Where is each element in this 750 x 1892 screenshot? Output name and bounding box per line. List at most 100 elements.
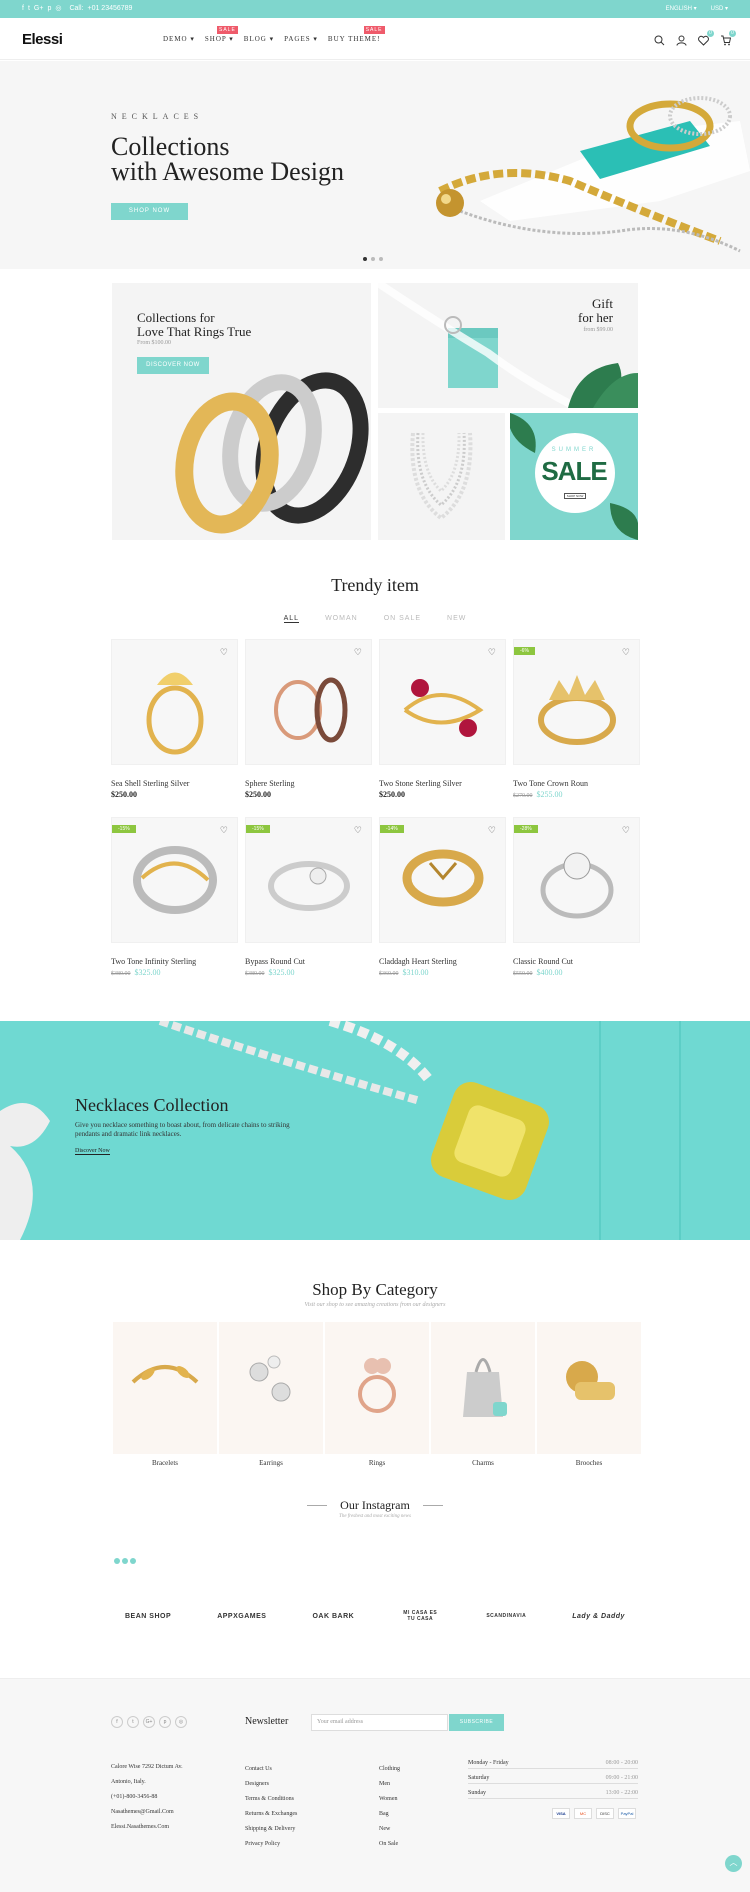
tab-all[interactable]: ALL xyxy=(283,615,300,623)
facebook-icon[interactable]: f xyxy=(22,5,24,13)
footer-link[interactable]: Shipping & Delivery xyxy=(245,1822,297,1837)
gift-banner[interactable]: Gift for her from $99.00 xyxy=(378,283,638,408)
footer-website[interactable]: Elessi.Nasathemes.Com xyxy=(111,1820,183,1835)
product-name[interactable]: Sea Shell Sterling Silver xyxy=(111,779,238,788)
product-image[interactable]: -28% ♡ xyxy=(513,817,640,943)
footer-link[interactable]: Clothing xyxy=(379,1762,400,1777)
product-card[interactable]: -28% ♡ Classic Round Cut $550.00 $400.00 xyxy=(513,817,640,977)
nav-pages[interactable]: PAGES ▾ xyxy=(284,35,318,43)
google-plus-icon[interactable]: G+ xyxy=(34,5,44,13)
category-card[interactable] xyxy=(431,1322,535,1454)
product-image[interactable]: -14% ♡ xyxy=(379,817,506,943)
wishlist-heart-icon[interactable]: ♡ xyxy=(488,647,496,658)
brand-logo[interactable]: Lady & Daddy xyxy=(572,1613,625,1620)
sale-banner[interactable]: SUMMER SALE SHOP NOW xyxy=(510,413,638,540)
footer-link[interactable]: Privacy Policy xyxy=(245,1837,297,1852)
slider-dots[interactable] xyxy=(363,257,383,261)
cart-icon[interactable]: 0 xyxy=(720,30,736,46)
product-image[interactable]: -15% ♡ xyxy=(111,817,238,943)
instagram-icon[interactable]: ◎ xyxy=(175,1716,187,1728)
discover-now-link[interactable]: Discover Now xyxy=(75,1148,110,1155)
google-plus-icon[interactable]: G+ xyxy=(143,1716,155,1728)
product-name[interactable]: Sphere Sterling xyxy=(245,779,372,788)
category-label[interactable]: Rings xyxy=(325,1459,429,1467)
footer-link[interactable]: Bag xyxy=(379,1807,400,1822)
product-image[interactable]: ♡ xyxy=(379,639,506,765)
nav-shop[interactable]: SHOP ▾ SALE xyxy=(205,26,238,43)
currency-select[interactable]: USD ▾ xyxy=(711,5,728,12)
product-image[interactable]: ♡ xyxy=(111,639,238,765)
heart-icon[interactable]: 0 xyxy=(698,30,714,46)
category-card[interactable] xyxy=(219,1322,323,1454)
product-card[interactable]: ♡ Two Stone Sterling Silver $250.00 xyxy=(379,639,506,799)
user-icon[interactable] xyxy=(676,33,688,46)
wishlist-heart-icon[interactable]: ♡ xyxy=(488,825,496,836)
brand-logo[interactable]: BEAN SHOP xyxy=(125,1613,171,1620)
product-name[interactable]: Two Stone Sterling Silver xyxy=(379,779,506,788)
product-image[interactable]: ♡ xyxy=(245,639,372,765)
wishlist-heart-icon[interactable]: ♡ xyxy=(622,647,630,658)
footer-link[interactable]: On Sale xyxy=(379,1837,400,1852)
category-card[interactable] xyxy=(113,1322,217,1454)
tab-woman[interactable]: WOMAN xyxy=(325,615,358,623)
shop-now-button[interactable]: SHOP NOW xyxy=(111,203,188,220)
sale-shop-now-button[interactable]: SHOP NOW xyxy=(564,493,586,499)
product-card[interactable]: -15% ♡ Bypass Round Cut $380.00 $325.00 xyxy=(245,817,372,977)
newsletter-email-input[interactable]: Your email address xyxy=(311,1714,448,1731)
facebook-icon[interactable]: f xyxy=(111,1716,123,1728)
wishlist-heart-icon[interactable]: ♡ xyxy=(622,825,630,836)
category-card[interactable] xyxy=(537,1322,641,1454)
back-to-top-button[interactable]: ︿ xyxy=(725,1855,742,1872)
footer-link[interactable]: Returns & Exchanges xyxy=(245,1807,297,1822)
product-image[interactable]: -15% ♡ xyxy=(245,817,372,943)
footer-link[interactable]: Contact Us xyxy=(245,1762,297,1777)
nav-blog[interactable]: BLOG ▾ xyxy=(244,35,274,43)
product-image[interactable]: -6% ♡ xyxy=(513,639,640,765)
category-card[interactable] xyxy=(325,1322,429,1454)
footer-link[interactable]: Women xyxy=(379,1792,400,1807)
brand-logo[interactable]: MI CASA ES TU CASA xyxy=(400,1610,440,1622)
pinterest-icon[interactable]: p xyxy=(159,1716,171,1728)
footer-link[interactable]: Men xyxy=(379,1777,400,1792)
product-name[interactable]: Two Tone Crown Roun xyxy=(513,779,640,788)
category-label[interactable]: Charms xyxy=(431,1459,535,1467)
product-name[interactable]: Classic Round Cut xyxy=(513,957,640,966)
slider-dot[interactable] xyxy=(371,257,375,261)
footer-link[interactable]: Designers xyxy=(245,1777,297,1792)
product-card[interactable]: -6% ♡ Two Tone Crown Roun $270.00 $255.00 xyxy=(513,639,640,799)
slider-dot[interactable] xyxy=(379,257,383,261)
wishlist-heart-icon[interactable]: ♡ xyxy=(354,825,362,836)
brand-logo[interactable]: OAK BARK xyxy=(312,1613,354,1620)
product-card[interactable]: ♡ Sphere Sterling $250.00 xyxy=(245,639,372,799)
category-label[interactable]: Bracelets xyxy=(113,1459,217,1467)
brand-logo[interactable]: APPXGAMES xyxy=(217,1613,266,1620)
pinterest-icon[interactable]: p xyxy=(47,5,51,13)
twitter-icon[interactable]: t xyxy=(127,1716,139,1728)
nav-buy-theme[interactable]: BUY THEME! SALE xyxy=(328,26,385,43)
tab-on-sale[interactable]: ON SALE xyxy=(384,615,421,623)
footer-link[interactable]: Terms & Conditions xyxy=(245,1792,297,1807)
twitter-icon[interactable]: t xyxy=(28,5,30,13)
language-select[interactable]: ENGLISH ▾ xyxy=(666,5,697,12)
category-label[interactable]: Brooches xyxy=(537,1459,641,1467)
product-card[interactable]: ♡ Sea Shell Sterling Silver $250.00 xyxy=(111,639,238,799)
footer-link[interactable]: New xyxy=(379,1822,400,1837)
product-name[interactable]: Bypass Round Cut xyxy=(245,957,372,966)
product-card[interactable]: -14% ♡ Claddagh Heart Sterling $360.00 $310.… xyxy=(379,817,506,977)
category-label[interactable]: Earrings xyxy=(219,1459,323,1467)
subscribe-button[interactable]: SUBSCRIBE xyxy=(449,1714,504,1731)
footer-email[interactable]: Nasathemes@Gmail.Com xyxy=(111,1805,183,1820)
instagram-icon[interactable]: ◎ xyxy=(55,5,61,13)
wishlist-heart-icon[interactable]: ♡ xyxy=(220,825,228,836)
nav-demo[interactable]: DEMO ▾ xyxy=(163,35,195,43)
product-card[interactable]: -15% ♡ Two Tone Infinity Sterling $380.00 $3… xyxy=(111,817,238,977)
rings-banner[interactable]: Collections for Love That Rings True Fro… xyxy=(112,283,371,540)
slider-dot[interactable] xyxy=(363,257,367,261)
wishlist-heart-icon[interactable]: ♡ xyxy=(354,647,362,658)
search-icon[interactable] xyxy=(654,33,666,46)
tab-new[interactable]: NEW xyxy=(447,615,466,623)
logo[interactable]: Elessi xyxy=(22,31,63,48)
product-name[interactable]: Claddagh Heart Sterling xyxy=(379,957,506,966)
wishlist-heart-icon[interactable]: ♡ xyxy=(220,647,228,658)
brand-logo[interactable]: SCANDINAVIA xyxy=(486,1613,526,1619)
